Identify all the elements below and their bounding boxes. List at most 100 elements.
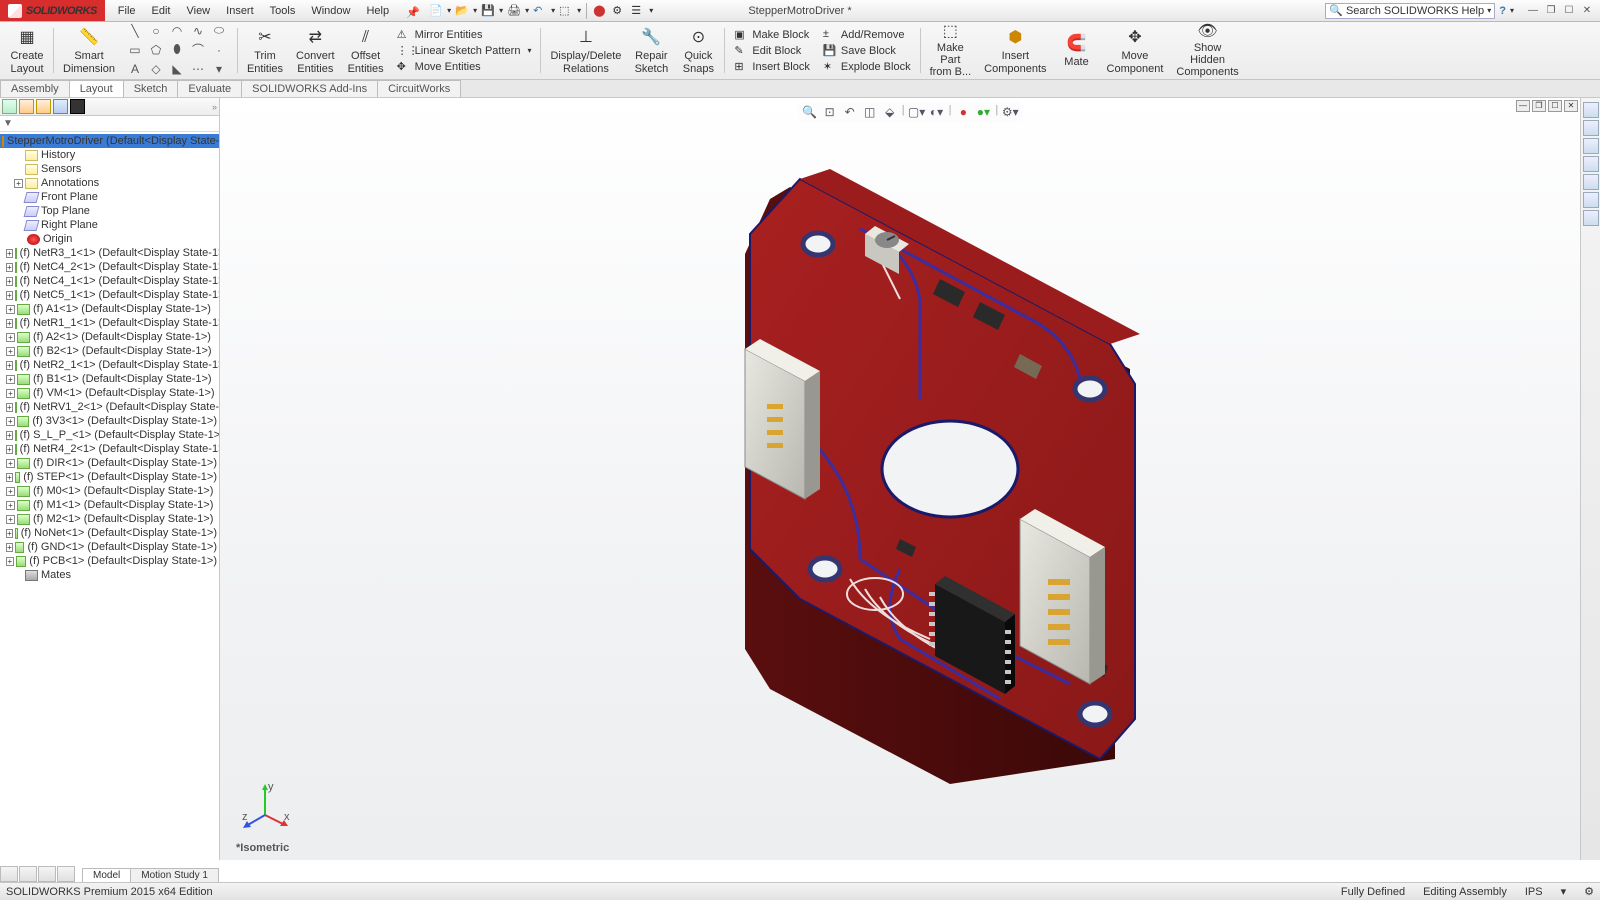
settings-icon[interactable]: ☰ [630, 3, 646, 19]
tab-sketch[interactable]: Sketch [123, 80, 179, 97]
print-icon[interactable]: 🖨 [506, 3, 522, 19]
move-component-button[interactable]: ✥Move Component [1101, 24, 1170, 77]
help-icon[interactable]: ? [1499, 5, 1506, 17]
repair-sketch-button[interactable]: 🔧Repair Sketch [628, 24, 674, 77]
new-icon[interactable]: 📄 [428, 3, 444, 19]
fm-dimxpert-icon[interactable] [53, 99, 68, 114]
rect-icon[interactable]: ▭ [126, 42, 144, 58]
view-orient-icon[interactable]: ⬙ [882, 104, 898, 120]
rebuild-icon[interactable]: ⬤ [592, 3, 608, 19]
menu-help[interactable]: Help [359, 2, 396, 20]
tree-part[interactable]: +(f) 3V3<1> (Default<Display State-1>) [0, 414, 219, 428]
tree-part[interactable]: +(f) VM<1> (Default<Display State-1>) [0, 386, 219, 400]
circle-icon[interactable]: ○ [147, 23, 165, 39]
tree-part[interactable]: +(f) M1<1> (Default<Display State-1>) [0, 498, 219, 512]
tree-part[interactable]: +(f) NetR4_2<1> (Default<Display State-1… [0, 442, 219, 456]
doc-min-icon[interactable]: — [1516, 100, 1530, 112]
make-block[interactable]: ▣Make Block [734, 28, 809, 42]
btool-1[interactable] [0, 866, 18, 882]
search-input[interactable]: 🔍 Search SOLIDWORKS Help ▾ [1325, 3, 1495, 19]
tree-history[interactable]: History [0, 148, 219, 162]
tree-sensors[interactable]: Sensors [0, 162, 219, 176]
fm-property-icon[interactable] [19, 99, 34, 114]
explode-block[interactable]: ✶Explode Block [823, 60, 911, 74]
tab-model[interactable]: Model [82, 868, 131, 882]
edit-block[interactable]: ✎Edit Block [734, 44, 809, 58]
status-custom-icon[interactable]: ⚙ [1584, 885, 1594, 898]
tree-part[interactable]: +(f) NetC4_2<1> (Default<Display State-1… [0, 260, 219, 274]
select-icon[interactable]: ⬚ [558, 3, 574, 19]
tree-part[interactable]: +(f) NetR1_1<1> (Default<Display State-1… [0, 316, 219, 330]
tree-part[interactable]: +(f) NetC4_1<1> (Default<Display State-1… [0, 274, 219, 288]
hide-show-icon[interactable]: ◐▾ [929, 104, 945, 120]
feature-tree[interactable]: StepperMotroDriver (Default<Display Stat… [0, 132, 219, 860]
display-delete-button[interactable]: ⊥Display/Delete Relations [544, 24, 627, 77]
btool-2[interactable] [19, 866, 37, 882]
tree-right-plane[interactable]: Right Plane [0, 218, 219, 232]
move-entities[interactable]: ✥Move Entities [397, 60, 532, 74]
convert-button[interactable]: ⇄Convert Entities [290, 24, 341, 77]
menu-insert[interactable]: Insert [219, 2, 261, 20]
zoom-fit-icon[interactable]: 🔍 [802, 104, 818, 120]
tree-part[interactable]: +(f) A1<1> (Default<Display State-1>) [0, 302, 219, 316]
tree-front-plane[interactable]: Front Plane [0, 190, 219, 204]
spline-icon[interactable]: ∿ [189, 23, 207, 39]
insert-block[interactable]: ⊞Insert Block [734, 60, 809, 74]
tree-part[interactable]: +(f) DIR<1> (Default<Display State-1>) [0, 456, 219, 470]
tree-origin[interactable]: Origin [0, 232, 219, 246]
create-layout-button[interactable]: ▦Create Layout [4, 24, 50, 77]
more-icon[interactable]: ▾ [210, 61, 228, 77]
btool-3[interactable] [38, 866, 56, 882]
fm-tree-icon[interactable] [2, 99, 17, 114]
prev-view-icon[interactable]: ↶ [842, 104, 858, 120]
doc-restore-icon[interactable]: ❐ [1532, 100, 1546, 112]
tree-part[interactable]: +(f) B1<1> (Default<Display State-1>) [0, 372, 219, 386]
show-hidden-button[interactable]: 👁Show Hidden Components [1170, 24, 1244, 77]
tree-part[interactable]: +(f) B2<1> (Default<Display State-1>) [0, 344, 219, 358]
tree-mates[interactable]: Mates [0, 568, 219, 582]
view-triad[interactable]: y x z [240, 780, 290, 830]
tree-part[interactable]: +(f) S_L_P_<1> (Default<Display State-1>… [0, 428, 219, 442]
appearance-icon[interactable]: ● [955, 104, 971, 120]
menu-view[interactable]: View [179, 2, 217, 20]
taskpane-forum-icon[interactable] [1583, 210, 1599, 226]
tab-evaluate[interactable]: Evaluate [177, 80, 242, 97]
line-icon[interactable]: ╲ [126, 23, 144, 39]
plane-icon[interactable]: ◇ [147, 61, 165, 77]
menu-edit[interactable]: Edit [145, 2, 178, 20]
tree-part[interactable]: +(f) NetR3_1<1> (Default<Display State-1… [0, 246, 219, 260]
graphics-viewport[interactable]: — ❐ ☐ ✕ 🔍 ⊡ ↶ ◫ ⬙ | ▢▾ ◐▾ | ● ●▾ | ⚙▾ [220, 98, 1600, 860]
save-block[interactable]: 💾Save Block [823, 44, 911, 58]
save-icon[interactable]: 💾 [480, 3, 496, 19]
fm-config-icon[interactable] [36, 99, 51, 114]
tab-layout[interactable]: Layout [69, 80, 124, 97]
taskpane-custom-props-icon[interactable] [1583, 192, 1599, 208]
trim-button[interactable]: ✂Trim Entities [241, 24, 289, 77]
text-icon[interactable]: A [126, 61, 144, 77]
tree-part[interactable]: +(f) NetRV1_2<1> (Default<Display State-… [0, 400, 219, 414]
quick-snaps-button[interactable]: ⊙Quick Snaps [675, 24, 721, 77]
tree-top-plane[interactable]: Top Plane [0, 204, 219, 218]
smart-dimension-button[interactable]: 📏Smart Dimension [57, 24, 121, 77]
tree-annotations[interactable]: +Annotations [0, 176, 219, 190]
doc-close-icon[interactable]: ✕ [1564, 100, 1578, 112]
tree-part[interactable]: +(f) GND<1> (Default<Display State-1>) [0, 540, 219, 554]
fillet-icon[interactable]: ⌒ [189, 42, 207, 58]
taskpane-view-palette-icon[interactable] [1583, 156, 1599, 172]
tree-part[interactable]: +(f) A2<1> (Default<Display State-1>) [0, 330, 219, 344]
tab-addins[interactable]: SOLIDWORKS Add-Ins [241, 80, 378, 97]
close-button[interactable]: ✕ [1578, 4, 1596, 18]
display-style-icon[interactable]: ▢▾ [909, 104, 925, 120]
tree-part[interactable]: +(f) NoNet<1> (Default<Display State-1>) [0, 526, 219, 540]
menu-window[interactable]: Window [304, 2, 357, 20]
ellipse-icon[interactable]: ⬭ [210, 23, 228, 39]
section-icon[interactable]: ◫ [862, 104, 878, 120]
view-settings-icon[interactable]: ⚙▾ [1002, 104, 1018, 120]
options-icon[interactable]: ⚙ [611, 3, 627, 19]
status-units[interactable]: IPS [1525, 886, 1543, 898]
menu-tools[interactable]: Tools [263, 2, 303, 20]
zoom-area-icon[interactable]: ⊡ [822, 104, 838, 120]
pushpin-icon[interactable]: 📌 [398, 2, 414, 18]
status-dropdown-icon[interactable]: ▾ [1561, 885, 1567, 898]
fm-display-icon[interactable] [70, 99, 85, 114]
